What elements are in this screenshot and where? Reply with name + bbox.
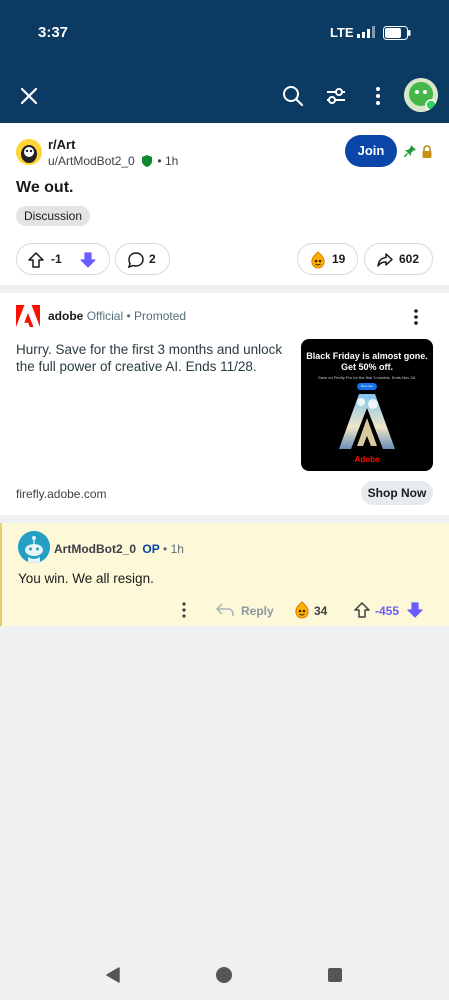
comment-count: 2 xyxy=(149,252,156,266)
comment-age: • 1h xyxy=(163,542,184,556)
comment[interactable]: ArtModBot2_0 OP • 1h You win. We all res… xyxy=(0,523,449,626)
ad-promoted: • Promoted xyxy=(126,309,187,323)
search-icon[interactable] xyxy=(279,82,307,110)
comment-avatar[interactable] xyxy=(18,531,50,563)
adobe-logo xyxy=(16,305,40,327)
post-flair[interactable]: Discussion xyxy=(16,206,91,226)
sort-icon[interactable] xyxy=(322,82,350,110)
downvote-icon[interactable] xyxy=(406,601,424,619)
comment-award-count: 34 xyxy=(314,604,328,618)
op-badge: OP xyxy=(142,542,160,556)
more-vertical-icon[interactable] xyxy=(364,82,392,110)
lock-icon xyxy=(422,145,432,158)
reply-button[interactable]: Reply xyxy=(241,604,274,618)
back-icon[interactable] xyxy=(104,966,122,984)
ad-image-wordmark: Adobe xyxy=(354,455,380,464)
post-age: 1h xyxy=(164,154,179,168)
comment-icon xyxy=(127,252,144,269)
ad-image-cta: Buy now xyxy=(357,383,377,390)
home-icon[interactable] xyxy=(215,966,233,984)
battery-icon xyxy=(383,26,411,40)
comment-score: -455 xyxy=(375,604,400,618)
signal-icon xyxy=(357,26,375,38)
status-bar: 3:37 LTE xyxy=(0,0,449,68)
comment-header: ArtModBot2_0 OP • 1h xyxy=(54,542,184,556)
promoted-ad[interactable]: adobe Official • Promoted Hurry. Save fo… xyxy=(0,293,449,515)
ad-image[interactable]: Black Friday is almost gone. Get 50% off… xyxy=(301,339,433,471)
more-vertical-icon[interactable] xyxy=(407,307,425,327)
comment-body: You win. We all resign. xyxy=(18,571,154,586)
ad-advertiser[interactable]: adobe Official • Promoted xyxy=(48,309,186,323)
join-button[interactable]: Join xyxy=(345,135,397,167)
subreddit-name[interactable]: r/Art xyxy=(48,137,75,152)
ad-body[interactable]: Hurry. Save for the first 3 months and u… xyxy=(16,341,294,375)
ad-domain[interactable]: firefly.adobe.com xyxy=(16,487,107,501)
share-icon xyxy=(377,253,393,267)
pin-icon xyxy=(404,145,416,157)
post-byline: u/ArtModBot2_0 • 1h xyxy=(48,154,178,168)
ad-brand[interactable]: adobe xyxy=(48,309,83,323)
downvote-icon[interactable] xyxy=(79,251,97,269)
comments-button[interactable]: 2 xyxy=(115,243,170,275)
post-author[interactable]: u/ArtModBot2_0 xyxy=(48,154,135,168)
award-count: 19 xyxy=(332,252,346,266)
ad-image-headline: Black Friday is almost gone. Get 50% off… xyxy=(306,351,428,372)
ad-image-artwork xyxy=(339,394,395,449)
close-icon[interactable] xyxy=(15,82,43,110)
user-avatar[interactable] xyxy=(404,78,438,112)
award-icon xyxy=(311,251,325,269)
shop-now-button[interactable]: Shop Now xyxy=(361,481,433,505)
recents-icon[interactable] xyxy=(327,967,343,983)
post-title[interactable]: We out. xyxy=(16,179,73,197)
byline-separator: • xyxy=(157,154,162,168)
upvote-icon[interactable] xyxy=(27,251,45,269)
ad-official: Official xyxy=(86,309,124,323)
share-count: 602 xyxy=(399,252,420,266)
subreddit-avatar[interactable] xyxy=(16,139,42,165)
comment-author[interactable]: ArtModBot2_0 xyxy=(54,542,136,556)
reply-icon[interactable] xyxy=(216,603,234,617)
award-icon[interactable] xyxy=(293,601,311,619)
mod-shield-icon xyxy=(142,155,153,167)
network-type: LTE xyxy=(330,25,354,40)
vote-pill: -1 xyxy=(16,243,110,275)
ad-image-subtext: Save on Firefly Pro for the first 3 mont… xyxy=(318,375,416,380)
share-button[interactable]: 602 xyxy=(364,243,433,275)
post-score: -1 xyxy=(51,252,62,266)
app-bar xyxy=(0,68,449,123)
more-vertical-icon[interactable] xyxy=(176,601,192,619)
award-button[interactable]: 19 xyxy=(297,243,358,275)
status-time: 3:37 xyxy=(38,24,69,41)
upvote-icon[interactable] xyxy=(353,601,371,619)
